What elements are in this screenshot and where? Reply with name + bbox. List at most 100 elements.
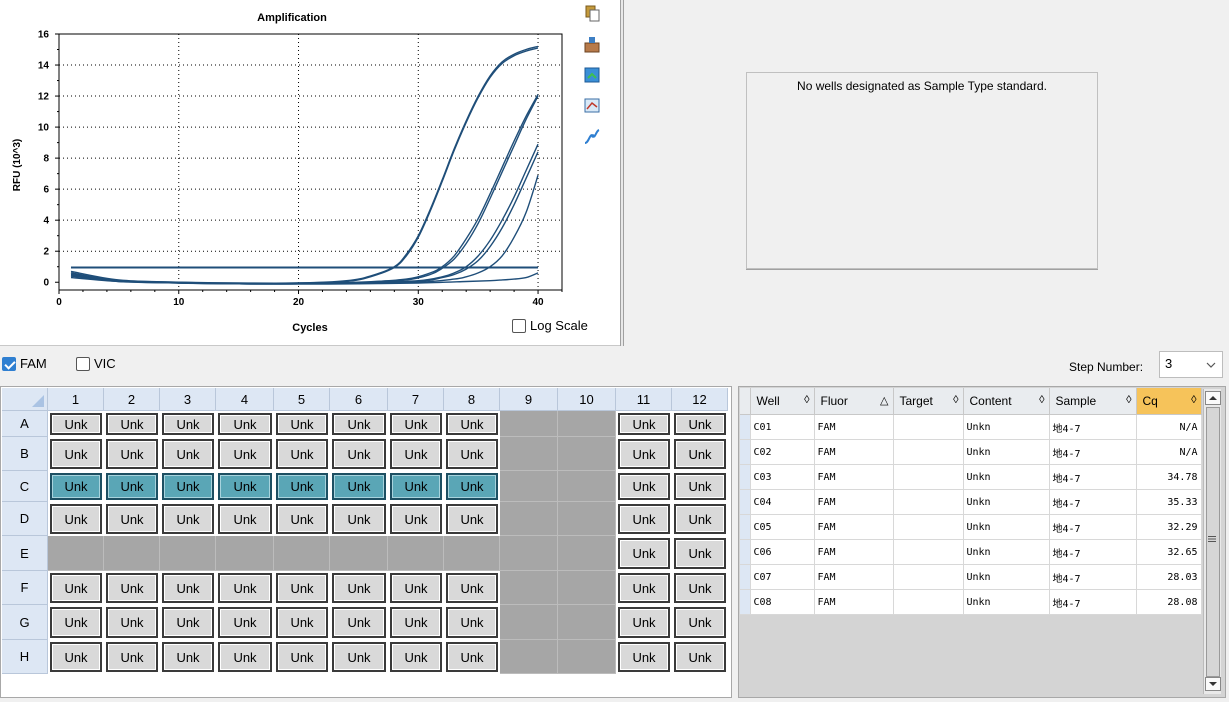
cell-well[interactable]: C02 [750,439,815,465]
plate-well[interactable]: Unk [390,473,442,500]
plate-well-empty[interactable] [558,411,616,437]
plate-well-empty[interactable] [500,411,558,437]
log-scale-checkbox[interactable]: Log Scale [512,318,588,336]
table-row[interactable]: C07 FAM Unkn 地4-7 28.03 [740,564,1202,590]
plate-well[interactable]: Unk [618,573,670,603]
log-scale-box[interactable] [512,318,526,333]
cell-sample[interactable]: 地4-7 [1049,464,1137,490]
plate-well[interactable]: Unk [390,573,442,603]
plate-well-empty[interactable] [160,536,216,571]
plate-well[interactable]: Unk [162,504,214,534]
plate-well[interactable]: Unk [106,439,158,469]
plate-well-empty[interactable] [500,471,558,502]
plate-well[interactable]: Unk [162,473,214,500]
cell-target[interactable] [893,589,964,615]
plate-well[interactable]: Unk [674,439,726,469]
cell-cq[interactable]: N/A [1136,414,1202,440]
row-selector[interactable] [740,414,751,440]
plate-well[interactable]: Unk [390,439,442,469]
plate-well[interactable]: Unk [276,607,328,638]
plate-column-header[interactable]: 5 [274,388,330,411]
plate-well[interactable]: Unk [106,642,158,672]
table-row[interactable]: C03 FAM Unkn 地4-7 34.78 [740,464,1202,490]
cell-well[interactable]: C04 [750,489,815,515]
plate-row-header[interactable]: A [2,411,48,437]
plate-well[interactable]: Unk [332,607,386,638]
plate-well[interactable]: Unk [276,642,328,672]
plate-well[interactable]: Unk [618,642,670,672]
column-header-fluor[interactable]: Fluor △ [814,388,894,415]
cell-cq[interactable]: 28.03 [1136,564,1202,590]
plate-well[interactable]: Unk [162,607,214,638]
plate-well[interactable]: Unk [162,573,214,603]
scroll-thumb[interactable] [1206,407,1220,677]
plate-well[interactable]: Unk [162,642,214,672]
plate-well[interactable]: Unk [332,439,386,469]
plate-well[interactable]: Unk [332,504,386,534]
cell-content[interactable]: Unkn [963,489,1050,515]
cell-fluor[interactable]: FAM [814,564,894,590]
cell-well[interactable]: C08 [750,589,815,615]
plate-well-empty[interactable] [500,536,558,571]
cell-target[interactable] [893,539,964,565]
plate-well-empty[interactable] [48,536,104,571]
cell-target[interactable] [893,464,964,490]
cell-content[interactable]: Unkn [963,514,1050,540]
plate-well[interactable]: Unk [50,473,102,500]
plate-well[interactable]: Unk [276,473,328,500]
sort-icon[interactable]: ◊ [1039,394,1044,406]
plate-well-empty[interactable] [330,536,388,571]
plate-well-empty[interactable] [388,536,444,571]
plate-well[interactable]: Unk [276,573,328,603]
plate-well[interactable]: Unk [50,439,102,469]
column-header-content[interactable]: Content ◊ [963,388,1050,415]
plate-well[interactable]: Unk [50,642,102,672]
plate-well[interactable]: Unk [332,473,386,500]
row-selector[interactable] [740,589,751,615]
plate-well[interactable]: Unk [674,642,726,672]
cell-cq[interactable]: N/A [1136,439,1202,465]
plate-column-header[interactable]: 2 [104,388,160,411]
cell-cq[interactable]: 32.29 [1136,514,1202,540]
sort-icon[interactable]: △ [880,394,888,407]
plate-column-header[interactable]: 7 [388,388,444,411]
sort-icon[interactable]: ◊ [804,394,809,406]
plate-well[interactable]: Unk [276,413,328,435]
plate-column-header[interactable]: 8 [444,388,500,411]
curve-fit-icon[interactable] [583,128,601,146]
plate-row-header[interactable]: E [2,536,48,571]
plate-well-empty[interactable] [558,502,616,536]
table-row[interactable]: C06 FAM Unkn 地4-7 32.65 [740,539,1202,565]
cell-sample[interactable]: 地4-7 [1049,414,1137,440]
plate-well[interactable]: Unk [218,439,272,469]
plate-column-header[interactable]: 1 [48,388,104,411]
plate-well-empty[interactable] [500,571,558,605]
sort-icon[interactable]: ◊ [953,394,958,406]
plate-well[interactable]: Unk [390,413,442,435]
plate-column-header[interactable]: 6 [330,388,388,411]
plate-well-empty[interactable] [558,605,616,640]
cell-fluor[interactable]: FAM [814,539,894,565]
plate-column-header[interactable]: 10 [558,388,616,411]
plate-well[interactable]: Unk [218,473,272,500]
column-header-sample[interactable]: Sample ◊ [1049,388,1137,415]
plate-well[interactable]: Unk [218,642,272,672]
cell-well[interactable]: C01 [750,414,815,440]
fam-check-box[interactable] [2,356,16,371]
cell-fluor[interactable]: FAM [814,489,894,515]
row-selector[interactable] [740,539,751,565]
cell-well[interactable]: C06 [750,539,815,565]
plate-well[interactable]: Unk [674,504,726,534]
cell-well[interactable]: C03 [750,464,815,490]
plate-well[interactable]: Unk [446,439,498,469]
plate-well-empty[interactable] [558,471,616,502]
plate-well[interactable]: Unk [106,607,158,638]
column-header-cq[interactable]: Cq ◊ [1136,388,1202,415]
plate-well[interactable]: Unk [674,607,726,638]
vic-check-box[interactable] [76,356,90,371]
plate-well[interactable]: Unk [106,473,158,500]
step-number-select[interactable]: 3 [1159,351,1223,378]
cell-target[interactable] [893,439,964,465]
export-icon[interactable] [583,35,601,53]
plate-well[interactable]: Unk [332,413,386,435]
